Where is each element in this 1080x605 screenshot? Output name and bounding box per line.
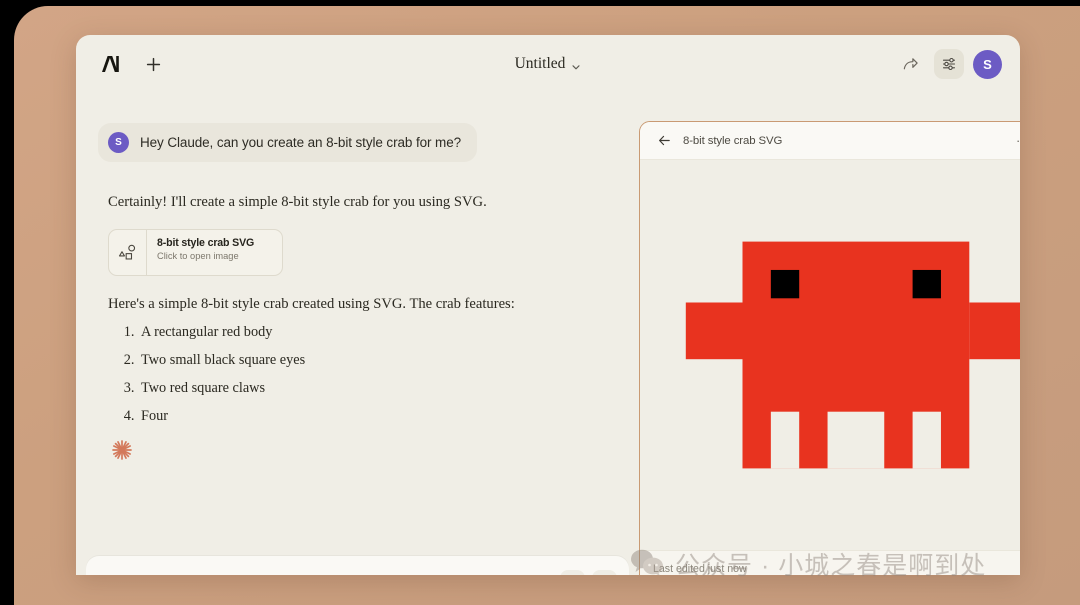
artifact-panel-header: 8-bit style crab SVG ··· [640, 122, 1020, 160]
chevron-down-icon [571, 59, 581, 70]
settings-sliders-icon[interactable] [934, 49, 964, 79]
artifact-header-actions: ··· [1016, 133, 1020, 149]
share-button[interactable] [895, 49, 925, 79]
assistant-features-lead: Here's a simple 8-bit style crab created… [108, 296, 515, 313]
crab-left-claw [685, 302, 742, 360]
crab-leg-gap-3 [912, 411, 941, 469]
last-edited-label: Last edited just now [653, 562, 747, 575]
crab-leg-gap-1 [770, 411, 799, 469]
new-chat-button[interactable] [138, 49, 168, 79]
conversation-column: S Hey Claude, can you create an 8-bit st… [76, 93, 639, 575]
clipboard-icon [1019, 561, 1020, 575]
paperclip-icon[interactable] [560, 570, 585, 575]
artifact-card-text: 8-bit style crab SVG Click to open image [147, 230, 282, 275]
conversation-scroll-area[interactable]: S Hey Claude, can you create an 8-bit st… [76, 93, 639, 523]
crab-left-eye [770, 269, 799, 299]
crab-right-claw [968, 302, 1020, 360]
user-message-avatar: S [108, 132, 129, 153]
document-title-area: Untitled [76, 35, 1020, 93]
arrow-left-icon[interactable] [653, 130, 675, 152]
artifact-panel: 8-bit style crab SVG ··· [639, 121, 1020, 575]
user-avatar[interactable]: S [973, 49, 1002, 79]
list-item: A rectangular red body [138, 324, 617, 341]
artifact-panel-footer: Last edited just now Copy [640, 550, 1020, 575]
document-title-button[interactable]: Untitled [507, 51, 590, 77]
message-composer: Reply to Claude... Claude 3.5 Sonnet [86, 556, 629, 575]
anthropic-logo-icon[interactable] [98, 51, 124, 77]
assistant-message: Certainly! I'll create a simple 8-bit st… [98, 192, 617, 461]
more-options-icon[interactable]: ··· [1016, 134, 1020, 147]
artifact-panel-title: 8-bit style crab SVG [683, 134, 783, 147]
list-item: Two red square claws [138, 380, 617, 397]
claude-app-window: Untitled S S Hey Claude, can you create … [76, 35, 1020, 575]
shapes-icon [109, 230, 147, 276]
reply-input[interactable]: Reply to Claude... [104, 573, 210, 575]
artifact-canvas[interactable] [640, 160, 1020, 550]
list-item: Two small black square eyes [138, 352, 617, 369]
artifact-preview-card[interactable]: 8-bit style crab SVG Click to open image [108, 229, 283, 277]
feature-list: A rectangular red body Two small black s… [108, 324, 617, 425]
top-bar-actions: S [895, 49, 1002, 79]
list-item: Four [138, 408, 617, 425]
page-title: Untitled [514, 55, 566, 72]
user-message-bubble: S Hey Claude, can you create an 8-bit st… [98, 123, 478, 162]
crab-leg-gap-2 [827, 411, 884, 469]
assistant-intro-text: Certainly! I'll create a simple 8-bit st… [108, 194, 487, 210]
crab-right-eye [912, 269, 941, 299]
artifact-card-subtitle: Click to open image [157, 251, 239, 262]
send-record-icon[interactable] [592, 570, 617, 575]
app-top-bar: Untitled S [76, 35, 1020, 93]
loading-star-icon [111, 439, 133, 461]
composer-actions [560, 570, 617, 575]
user-message-text: Hey Claude, can you create an 8-bit styl… [140, 135, 462, 150]
8-bit-crab-image [668, 229, 1020, 481]
copy-button[interactable]: Copy [1019, 561, 1020, 575]
artifact-card-title: 8-bit style crab SVG [157, 237, 255, 250]
